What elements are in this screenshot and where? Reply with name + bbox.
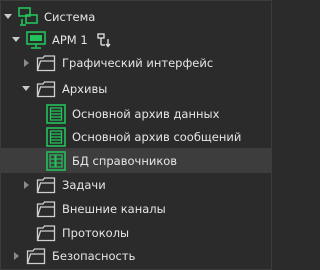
tree-item-security[interactable]: Безопасность: [11, 243, 135, 268]
tree-item-system[interactable]: Система: [3, 4, 95, 29]
tree-item-label: БД справочников: [72, 153, 178, 168]
tree-item-label: Основной архив сообщений: [72, 129, 242, 144]
workstation-icon: [26, 30, 46, 50]
tree-item-label: Протоколы: [62, 225, 130, 240]
expand-arrow-icon[interactable]: [3, 12, 13, 22]
expand-arrow-icon[interactable]: [21, 84, 31, 94]
tree-item-label: Графический интерфейс: [62, 55, 214, 70]
expand-arrow-icon[interactable]: [11, 35, 21, 45]
tree-item-archive-messages[interactable]: Основной архив сообщений: [41, 124, 241, 149]
tree-item-label: Основной архив данных: [72, 106, 220, 121]
tree-item-label: Внешние каналы: [62, 201, 166, 216]
folder-icon: [36, 175, 56, 195]
tree-item-label: Архивы: [62, 81, 108, 96]
tree-item-label: АРМ 1: [52, 32, 88, 47]
tree-item-protocols[interactable]: Протоколы: [31, 220, 129, 245]
tree-item-external-channels[interactable]: Внешние каналы: [31, 196, 166, 221]
folder-icon: [36, 79, 56, 99]
sort-icon[interactable]: [96, 31, 114, 49]
tree-item-label: Безопасность: [52, 248, 136, 263]
tree-item-reference-db[interactable]: БД справочников: [1, 148, 271, 173]
collapse-arrow-icon[interactable]: [11, 251, 21, 261]
system-network-icon: [18, 6, 38, 27]
tree-item-archives[interactable]: Архивы: [21, 76, 107, 101]
tree-item-tasks[interactable]: Задачи: [21, 172, 106, 197]
folder-icon: [36, 223, 56, 243]
collapse-arrow-icon[interactable]: [21, 58, 31, 68]
tree-item-label: Задачи: [62, 177, 106, 192]
archive-icon: [46, 126, 66, 147]
collapse-arrow-icon[interactable]: [21, 180, 31, 190]
tree-item-label: Система: [44, 9, 96, 24]
folder-icon: [36, 53, 56, 73]
archive-icon: [46, 103, 66, 124]
folder-icon: [26, 246, 46, 266]
tree-item-arm[interactable]: АРМ 1: [11, 27, 114, 52]
tree-panel: Система АРМ 1 Графический интерфейс Архи…: [0, 0, 272, 270]
tree-item-graphic-interface[interactable]: Графический интерфейс: [21, 50, 213, 75]
tree-item-archive-data[interactable]: Основной архив данных: [41, 101, 219, 126]
database-icon: [46, 150, 66, 171]
folder-icon: [36, 199, 56, 219]
